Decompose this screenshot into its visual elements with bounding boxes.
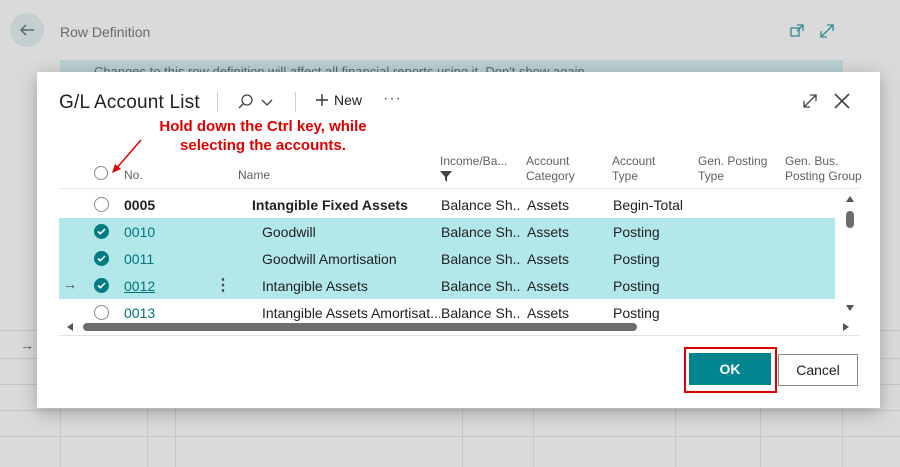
cell-no[interactable]: 0011 [124, 251, 154, 267]
gl-account-list-dialog: G/L Account List New ··· Hold down the C… [37, 72, 880, 408]
cell-name: Goodwill [262, 224, 316, 240]
horizontal-scrollbar-thumb[interactable] [83, 323, 637, 331]
arrow-left-icon [19, 24, 34, 36]
column-header-no[interactable]: No. [124, 168, 143, 183]
row-select-checkbox[interactable] [94, 224, 109, 239]
column-header-account-category-line-1: Account [526, 154, 570, 168]
cell-name: Intangible Fixed Assets [252, 197, 408, 213]
background-row-arrow-icon: → [20, 337, 34, 353]
select-all-checkbox[interactable] [94, 166, 108, 180]
column-header-account-type-line-2: Type [612, 169, 639, 183]
table-row[interactable]: 0013 Intangible Assets Amortisat... Bala… [59, 299, 835, 326]
cell-account-type: Posting [613, 224, 660, 240]
ok-button[interactable]: OK [689, 353, 771, 385]
column-header-income-balance[interactable]: Income/Ba... [440, 154, 507, 186]
row-actions-icon[interactable]: ⋮ [215, 275, 231, 295]
column-header-name[interactable]: Name [238, 168, 270, 183]
cell-no[interactable]: 0013 [124, 305, 155, 321]
cell-account-category: Assets [527, 278, 570, 294]
toolbar-divider [295, 92, 296, 112]
cell-name: Intangible Assets [262, 278, 368, 294]
cell-name: Intangible Assets Amortisat... [262, 305, 440, 321]
column-header-gen-posting-type-line-1: Gen. Posting [698, 154, 768, 168]
column-header-gen-bus-posting-group-line-1: Gen. Bus. [785, 154, 839, 168]
page-title: Row Definition [60, 24, 151, 40]
cell-account-category: Assets [527, 251, 570, 267]
column-header-gen-posting-type[interactable]: Gen. Posting Type [698, 154, 767, 184]
cell-income-balance: Balance Sh... [441, 224, 521, 240]
cell-account-category: Assets [527, 197, 570, 213]
column-header-gen-bus-posting-group[interactable]: Gen. Bus. Posting Group [785, 154, 862, 184]
current-row-arrow-icon: → [63, 276, 77, 292]
toolbar-divider [217, 92, 218, 112]
column-header-account-type-line-1: Account [612, 154, 656, 168]
scroll-up-icon[interactable] [845, 194, 855, 204]
table-row[interactable]: 0011 Goodwill Amortisation Balance Sh...… [59, 245, 835, 272]
table-bottom-divider [59, 335, 859, 336]
new-button-label: New [334, 92, 363, 108]
cell-account-type: Posting [613, 305, 660, 321]
close-icon[interactable] [832, 91, 852, 111]
search-icon [238, 94, 253, 109]
cell-income-balance: Balance Sh... [441, 305, 521, 321]
cell-no[interactable]: 0012 [124, 278, 155, 294]
open-in-new-window-icon[interactable] [788, 22, 806, 40]
cell-income-balance: Balance Sh... [441, 197, 521, 213]
column-header-income-balance-label: Income/Ba... [440, 154, 508, 168]
cancel-button[interactable]: Cancel [778, 354, 858, 386]
cell-no[interactable]: 0010 [124, 224, 155, 240]
row-select-checkbox[interactable] [94, 197, 109, 212]
column-header-gen-posting-type-line-2: Type [698, 169, 725, 183]
table-row[interactable]: → 0012 ⋮ Intangible Assets Balance Sh...… [59, 272, 835, 299]
plus-icon [316, 94, 328, 106]
cell-no[interactable]: 0005 [124, 197, 155, 213]
cell-income-balance: Balance Sh... [441, 251, 521, 267]
row-select-checkbox[interactable] [94, 305, 109, 320]
more-options-button[interactable]: ··· [383, 90, 402, 108]
scroll-down-icon[interactable] [845, 303, 855, 313]
cell-account-type: Posting [613, 278, 660, 294]
cell-account-type: Posting [613, 251, 660, 267]
cell-income-balance: Balance Sh... [441, 278, 521, 294]
column-header-account-category[interactable]: Account Category [526, 154, 575, 184]
row-select-checkbox[interactable] [94, 278, 109, 293]
header-divider [59, 188, 859, 189]
cell-account-category: Assets [527, 305, 570, 321]
new-button[interactable]: New [315, 92, 362, 108]
scroll-right-icon[interactable] [841, 322, 851, 332]
vertical-scrollbar-thumb[interactable] [846, 211, 854, 228]
annotation-line-1: Hold down the Ctrl key, while [159, 118, 367, 135]
table-row[interactable]: 0005 Intangible Fixed Assets Balance Sh.… [59, 191, 835, 218]
expand-icon[interactable] [801, 92, 819, 110]
annotation-line-2: selecting the accounts. [180, 137, 346, 154]
column-header-gen-bus-posting-group-line-2: Posting Group [785, 169, 862, 183]
search-button[interactable] [237, 90, 277, 114]
table-row[interactable]: 0010 Goodwill Balance Sh... Assets Posti… [59, 218, 835, 245]
back-button[interactable] [10, 13, 44, 47]
dialog-title: G/L Account List [59, 92, 200, 113]
chevron-down-icon [261, 99, 273, 106]
checkmark-icon [97, 228, 106, 235]
instruction-annotation: Hold down the Ctrl key, while selecting … [137, 117, 389, 157]
checkmark-icon [97, 255, 106, 262]
cell-account-type: Begin-Total [613, 197, 684, 213]
cell-name: Goodwill Amortisation [262, 251, 397, 267]
scroll-left-icon[interactable] [65, 322, 75, 332]
column-header-account-type[interactable]: Account Type [612, 154, 655, 184]
expand-page-icon[interactable] [818, 22, 836, 40]
cell-account-category: Assets [527, 224, 570, 240]
checkmark-icon [97, 282, 106, 289]
row-select-checkbox[interactable] [94, 251, 109, 266]
column-header-account-category-line-2: Category [526, 169, 575, 183]
filter-icon [440, 171, 452, 182]
